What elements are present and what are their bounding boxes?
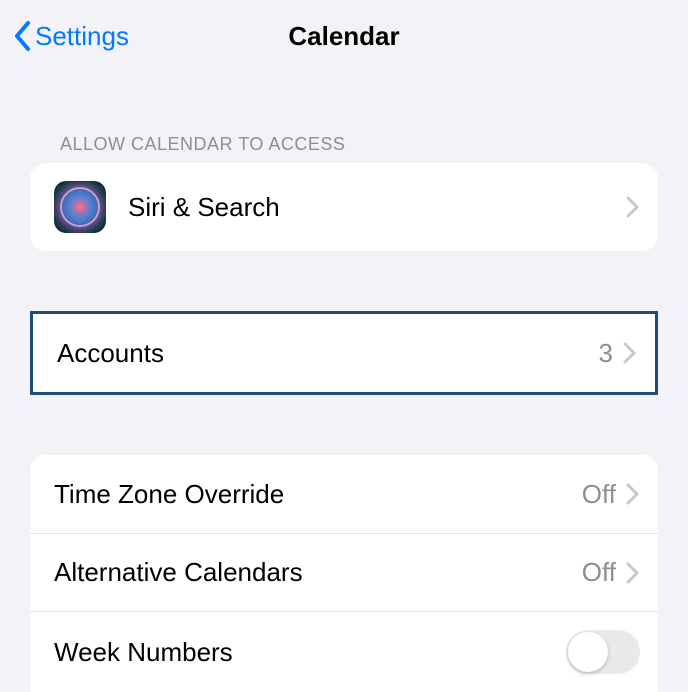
chevron-right-icon <box>626 196 640 218</box>
chevron-right-icon <box>623 342 637 364</box>
nav-bar: Settings Calendar <box>0 0 688 72</box>
back-button[interactable]: Settings <box>13 20 129 52</box>
accounts-group: Accounts 3 <box>30 311 658 395</box>
siri-label: Siri & Search <box>128 192 626 223</box>
section-header-access: Allow Calendar to Access <box>0 134 688 163</box>
week-numbers-row[interactable]: Week Numbers <box>30 611 658 692</box>
alt-cal-value: Off <box>582 557 616 588</box>
alt-cal-label: Alternative Calendars <box>54 557 582 588</box>
chevron-right-icon <box>626 562 640 584</box>
accounts-value: 3 <box>599 338 613 369</box>
settings-group: Time Zone Override Off Alternative Calen… <box>30 455 658 692</box>
siri-icon <box>54 181 106 233</box>
accounts-label: Accounts <box>57 338 599 369</box>
chevron-left-icon <box>13 20 33 52</box>
time-zone-override-row[interactable]: Time Zone Override Off <box>30 455 658 533</box>
week-numbers-label: Week Numbers <box>54 637 566 668</box>
access-group: Siri & Search <box>30 163 658 251</box>
siri-search-row[interactable]: Siri & Search <box>30 163 658 251</box>
chevron-right-icon <box>626 483 640 505</box>
alternative-calendars-row[interactable]: Alternative Calendars Off <box>30 533 658 611</box>
time-zone-label: Time Zone Override <box>54 479 582 510</box>
back-label: Settings <box>35 21 129 52</box>
time-zone-value: Off <box>582 479 616 510</box>
accounts-row[interactable]: Accounts 3 <box>33 314 655 392</box>
week-numbers-toggle[interactable] <box>566 630 640 674</box>
page-title: Calendar <box>288 21 399 52</box>
